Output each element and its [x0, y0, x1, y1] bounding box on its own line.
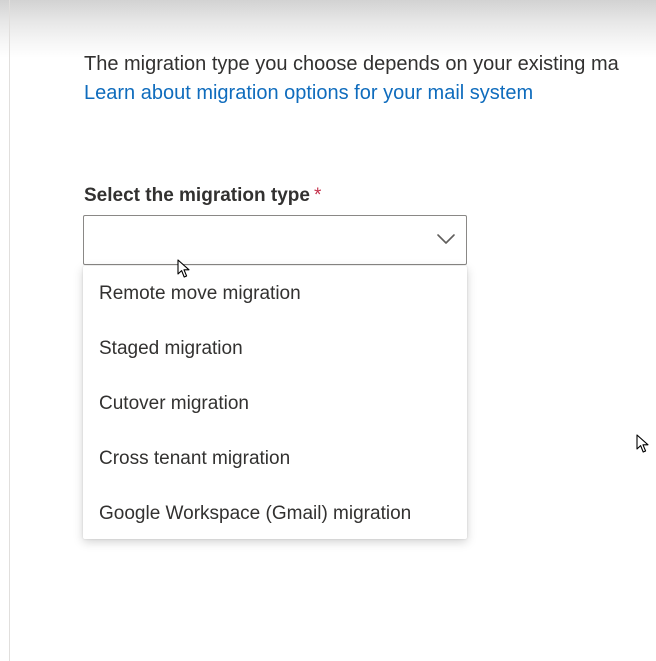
required-indicator: *	[313, 185, 322, 206]
option-cutover-migration[interactable]: Cutover migration	[83, 376, 467, 431]
chevron-down-icon	[437, 234, 455, 244]
left-divider	[9, 0, 10, 661]
mouse-pointer-icon	[177, 259, 190, 278]
option-google-workspace-migration[interactable]: Google Workspace (Gmail) migration	[83, 486, 467, 541]
option-remote-move-migration[interactable]: Remote move migration	[83, 266, 467, 321]
option-staged-migration[interactable]: Staged migration	[83, 321, 467, 376]
option-cross-tenant-migration[interactable]: Cross tenant migration	[83, 431, 467, 486]
intro-text: The migration type you choose depends on…	[84, 53, 619, 75]
migration-type-label-text: Select the migration type	[84, 185, 310, 206]
migration-type-label: Select the migration type *	[84, 182, 321, 210]
migration-type-listbox: Remote move migration Staged migration C…	[83, 266, 467, 539]
learn-about-migration-link[interactable]: Learn about migration options for your m…	[84, 79, 533, 107]
mouse-pointer-icon	[636, 434, 649, 453]
migration-type-dropdown[interactable]	[83, 215, 467, 265]
